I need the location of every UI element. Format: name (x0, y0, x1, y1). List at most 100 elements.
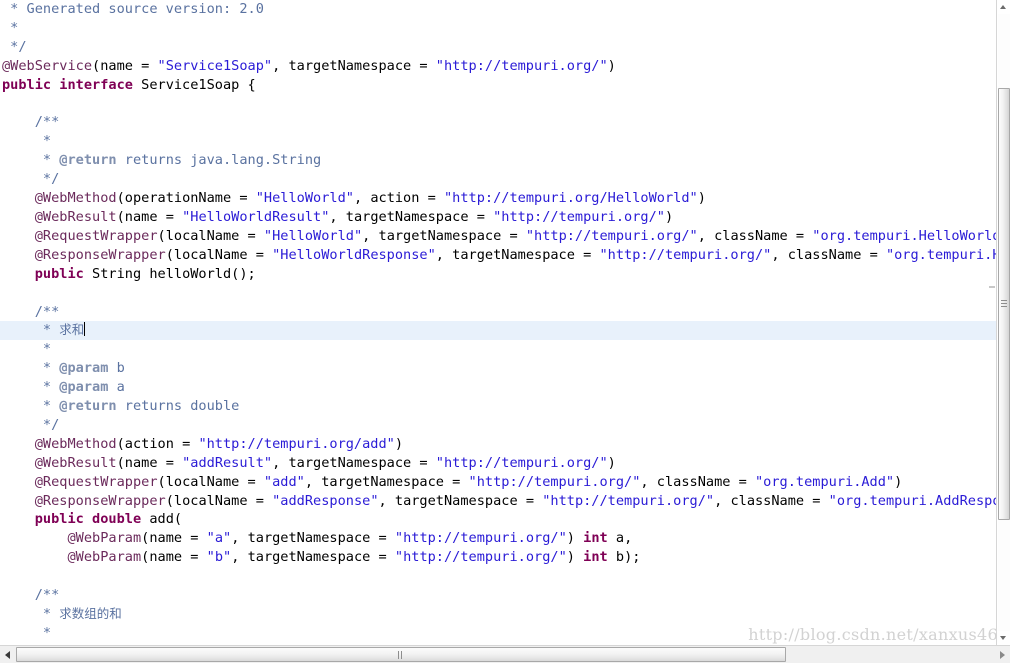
code-token-plain: (operationName = (116, 190, 256, 207)
code-token-ann: @WebService (2, 57, 93, 74)
code-line[interactable]: @WebResult(name = "HelloWorldResult", ta… (0, 208, 996, 227)
code-token-plain: , action = (353, 190, 444, 207)
code-line[interactable]: * 求数组的和 (0, 605, 996, 624)
code-token-str: "addResult" (182, 454, 273, 471)
code-line[interactable] (0, 567, 996, 586)
code-line[interactable]: * (0, 132, 996, 151)
code-token-plain: (name = (92, 57, 158, 74)
code-token-plain: , targetNamespace = (231, 549, 395, 566)
code-line-current[interactable]: * 求和 (0, 321, 996, 341)
code-token-plain: String helloWorld(); (83, 265, 256, 282)
code-line[interactable]: @WebResult(name = "addResult", targetNam… (0, 454, 996, 473)
code-token-str: "Service1Soap" (157, 57, 273, 74)
vertical-scroll-thumb[interactable] (998, 88, 1010, 520)
scroll-left-button[interactable] (0, 646, 15, 663)
code-token-kw: public interface (2, 76, 133, 93)
code-token-str: "http://tempuri.org/" (394, 549, 567, 566)
code-token-plain: , targetNamespace = (362, 227, 526, 244)
horizontal-scroll-thumb[interactable] (16, 647, 786, 662)
code-token-str: "HelloWorldResponse" (272, 246, 436, 263)
code-line[interactable]: /** (0, 303, 996, 322)
code-token-cmt-tag: @return (59, 152, 117, 169)
code-token-plain: (localName = (157, 227, 264, 244)
code-line[interactable]: * Generated source version: 2.0 (0, 0, 996, 19)
code-line[interactable]: */ (0, 38, 996, 57)
code-line[interactable]: @WebMethod(operationName = "HelloWorld",… (0, 189, 996, 208)
code-token-cmt: * (2, 606, 60, 622)
code-line[interactable]: @ResponseWrapper(localName = "addRespons… (0, 492, 996, 511)
code-line[interactable]: * @param a (0, 378, 996, 397)
code-token-cmt: * (2, 360, 60, 377)
code-token-plain: , targetNamespace = (329, 208, 494, 225)
code-line[interactable]: * @return returns double (0, 397, 996, 416)
code-token-plain: , className = (640, 473, 755, 490)
code-line[interactable]: */ (0, 416, 996, 435)
code-token-str: "http://tempuri.org/HelloWorld" (443, 190, 698, 207)
code-line[interactable]: * @param b (0, 359, 996, 378)
code-line[interactable]: * (0, 19, 996, 38)
code-line-container: * Generated source version: 2.0 * */@Web… (0, 0, 996, 643)
code-token-cmt: b (108, 360, 125, 377)
scroll-down-button[interactable] (997, 631, 1010, 645)
code-token-plain: , targetNamespace = (231, 530, 395, 547)
code-line[interactable]: @WebParam(name = "b", targetNamespace = … (0, 548, 996, 567)
code-token-plain: , targetNamespace = (304, 473, 469, 490)
code-token-plain: (action = (116, 435, 199, 452)
code-token-plain: ) (566, 530, 584, 547)
code-line[interactable] (0, 284, 996, 303)
code-line[interactable]: */ (0, 170, 996, 189)
code-line[interactable]: * @return returns java.lang.String (0, 151, 996, 170)
code-line[interactable]: public String helloWorld(); (0, 265, 996, 284)
scroll-up-button[interactable] (997, 0, 1010, 14)
triangle-down-icon (1000, 636, 1006, 640)
code-token-plain: add( (141, 511, 183, 528)
code-line[interactable]: @WebParam(name = "a", targetNamespace = … (0, 529, 996, 548)
code-token-kw: public double (34, 511, 142, 528)
code-editor-surface[interactable]: * Generated source version: 2.0 * */@Web… (0, 0, 996, 645)
code-line[interactable] (0, 95, 996, 114)
code-token-ann: @WebResult (34, 454, 117, 471)
code-token-str: "HelloWorld" (255, 190, 354, 207)
code-token-cmt: */ (2, 38, 27, 55)
triangle-right-icon (1000, 651, 1005, 659)
code-line[interactable]: @WebService(name = "Service1Soap", targe… (0, 57, 996, 76)
code-token-kw: int (583, 530, 608, 547)
code-token-plain: (name = (141, 549, 207, 566)
text-caret (84, 322, 86, 337)
code-token-cmt: * (2, 379, 60, 396)
code-line[interactable]: * (0, 340, 996, 359)
code-line[interactable]: @RequestWrapper(localName = "add", targe… (0, 473, 996, 492)
code-token-str: "http://tempuri.org/" (599, 246, 772, 263)
code-line[interactable]: public double add( (0, 510, 996, 529)
code-line[interactable]: /** (0, 586, 996, 605)
code-token-plain: a, (607, 530, 633, 547)
code-token-cmt: a (108, 379, 125, 396)
code-token-cmt: /** (2, 303, 60, 320)
code-line[interactable]: @ResponseWrapper(localName = "HelloWorld… (0, 246, 996, 265)
code-token-str: "org.tempuri.Add" (754, 473, 895, 490)
code-token-str: "http://tempuri.org/" (435, 454, 608, 471)
code-line[interactable]: /** (0, 113, 996, 132)
vertical-scrollbar[interactable] (996, 0, 1010, 645)
code-token-cmt: * (2, 341, 52, 358)
scroll-right-button[interactable] (995, 646, 1010, 663)
code-token-cmt: * (2, 322, 60, 339)
code-token-cmt: /** (2, 587, 60, 604)
code-token-str: "org.tempuri.AddResponse" (828, 492, 996, 509)
code-token-plain: (name = (116, 454, 183, 471)
code-line[interactable]: * (0, 624, 996, 643)
horizontal-scrollbar[interactable] (0, 645, 1010, 663)
code-token-str: "a" (206, 530, 232, 547)
code-token-cmt: * (2, 19, 19, 36)
vertical-scroll-track-top[interactable] (998, 14, 1010, 88)
triangle-up-icon (1000, 5, 1006, 9)
code-line[interactable]: public interface Service1Soap { (0, 76, 996, 95)
code-line[interactable]: @RequestWrapper(localName = "HelloWorld"… (0, 227, 996, 246)
code-token-plain: Service1Soap { (132, 76, 256, 93)
vertical-scroll-track-bottom[interactable] (998, 520, 1010, 631)
code-line[interactable]: @WebMethod(action = "http://tempuri.org/… (0, 435, 996, 454)
